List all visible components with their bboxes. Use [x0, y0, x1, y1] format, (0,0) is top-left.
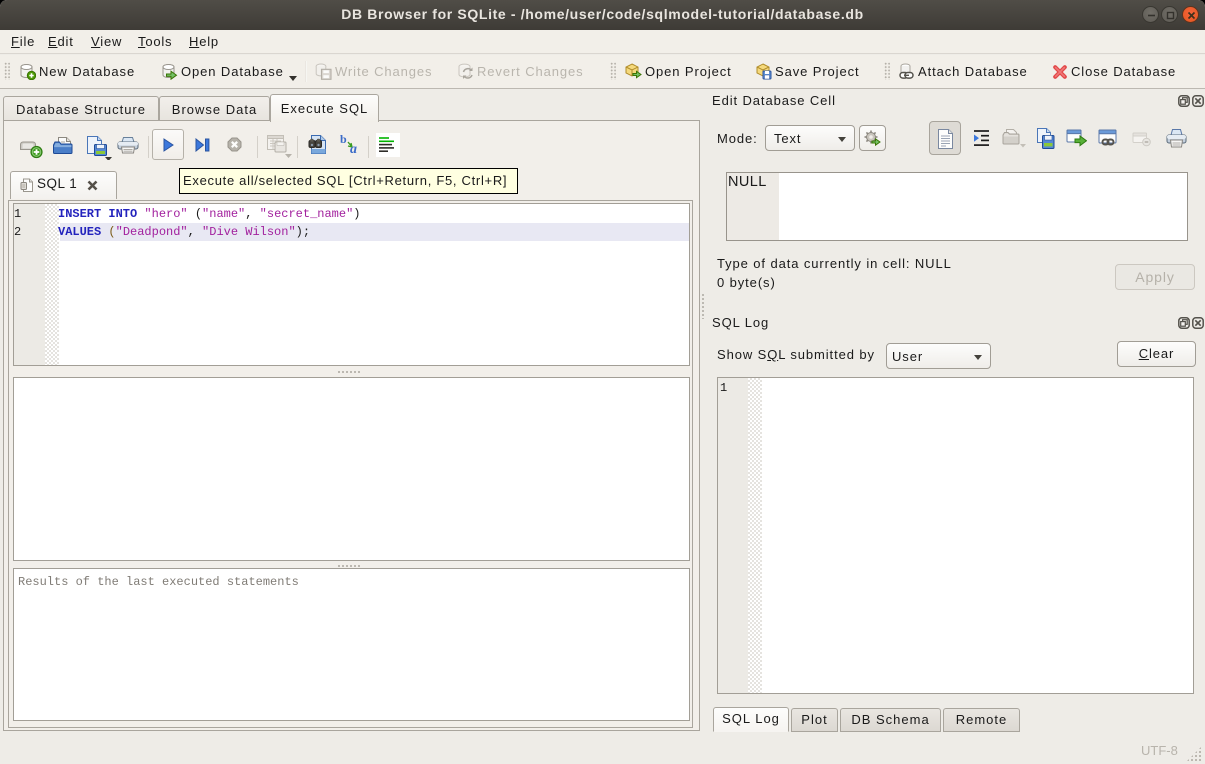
svg-text:a: a — [350, 142, 357, 156]
svg-text:b: b — [340, 134, 347, 146]
